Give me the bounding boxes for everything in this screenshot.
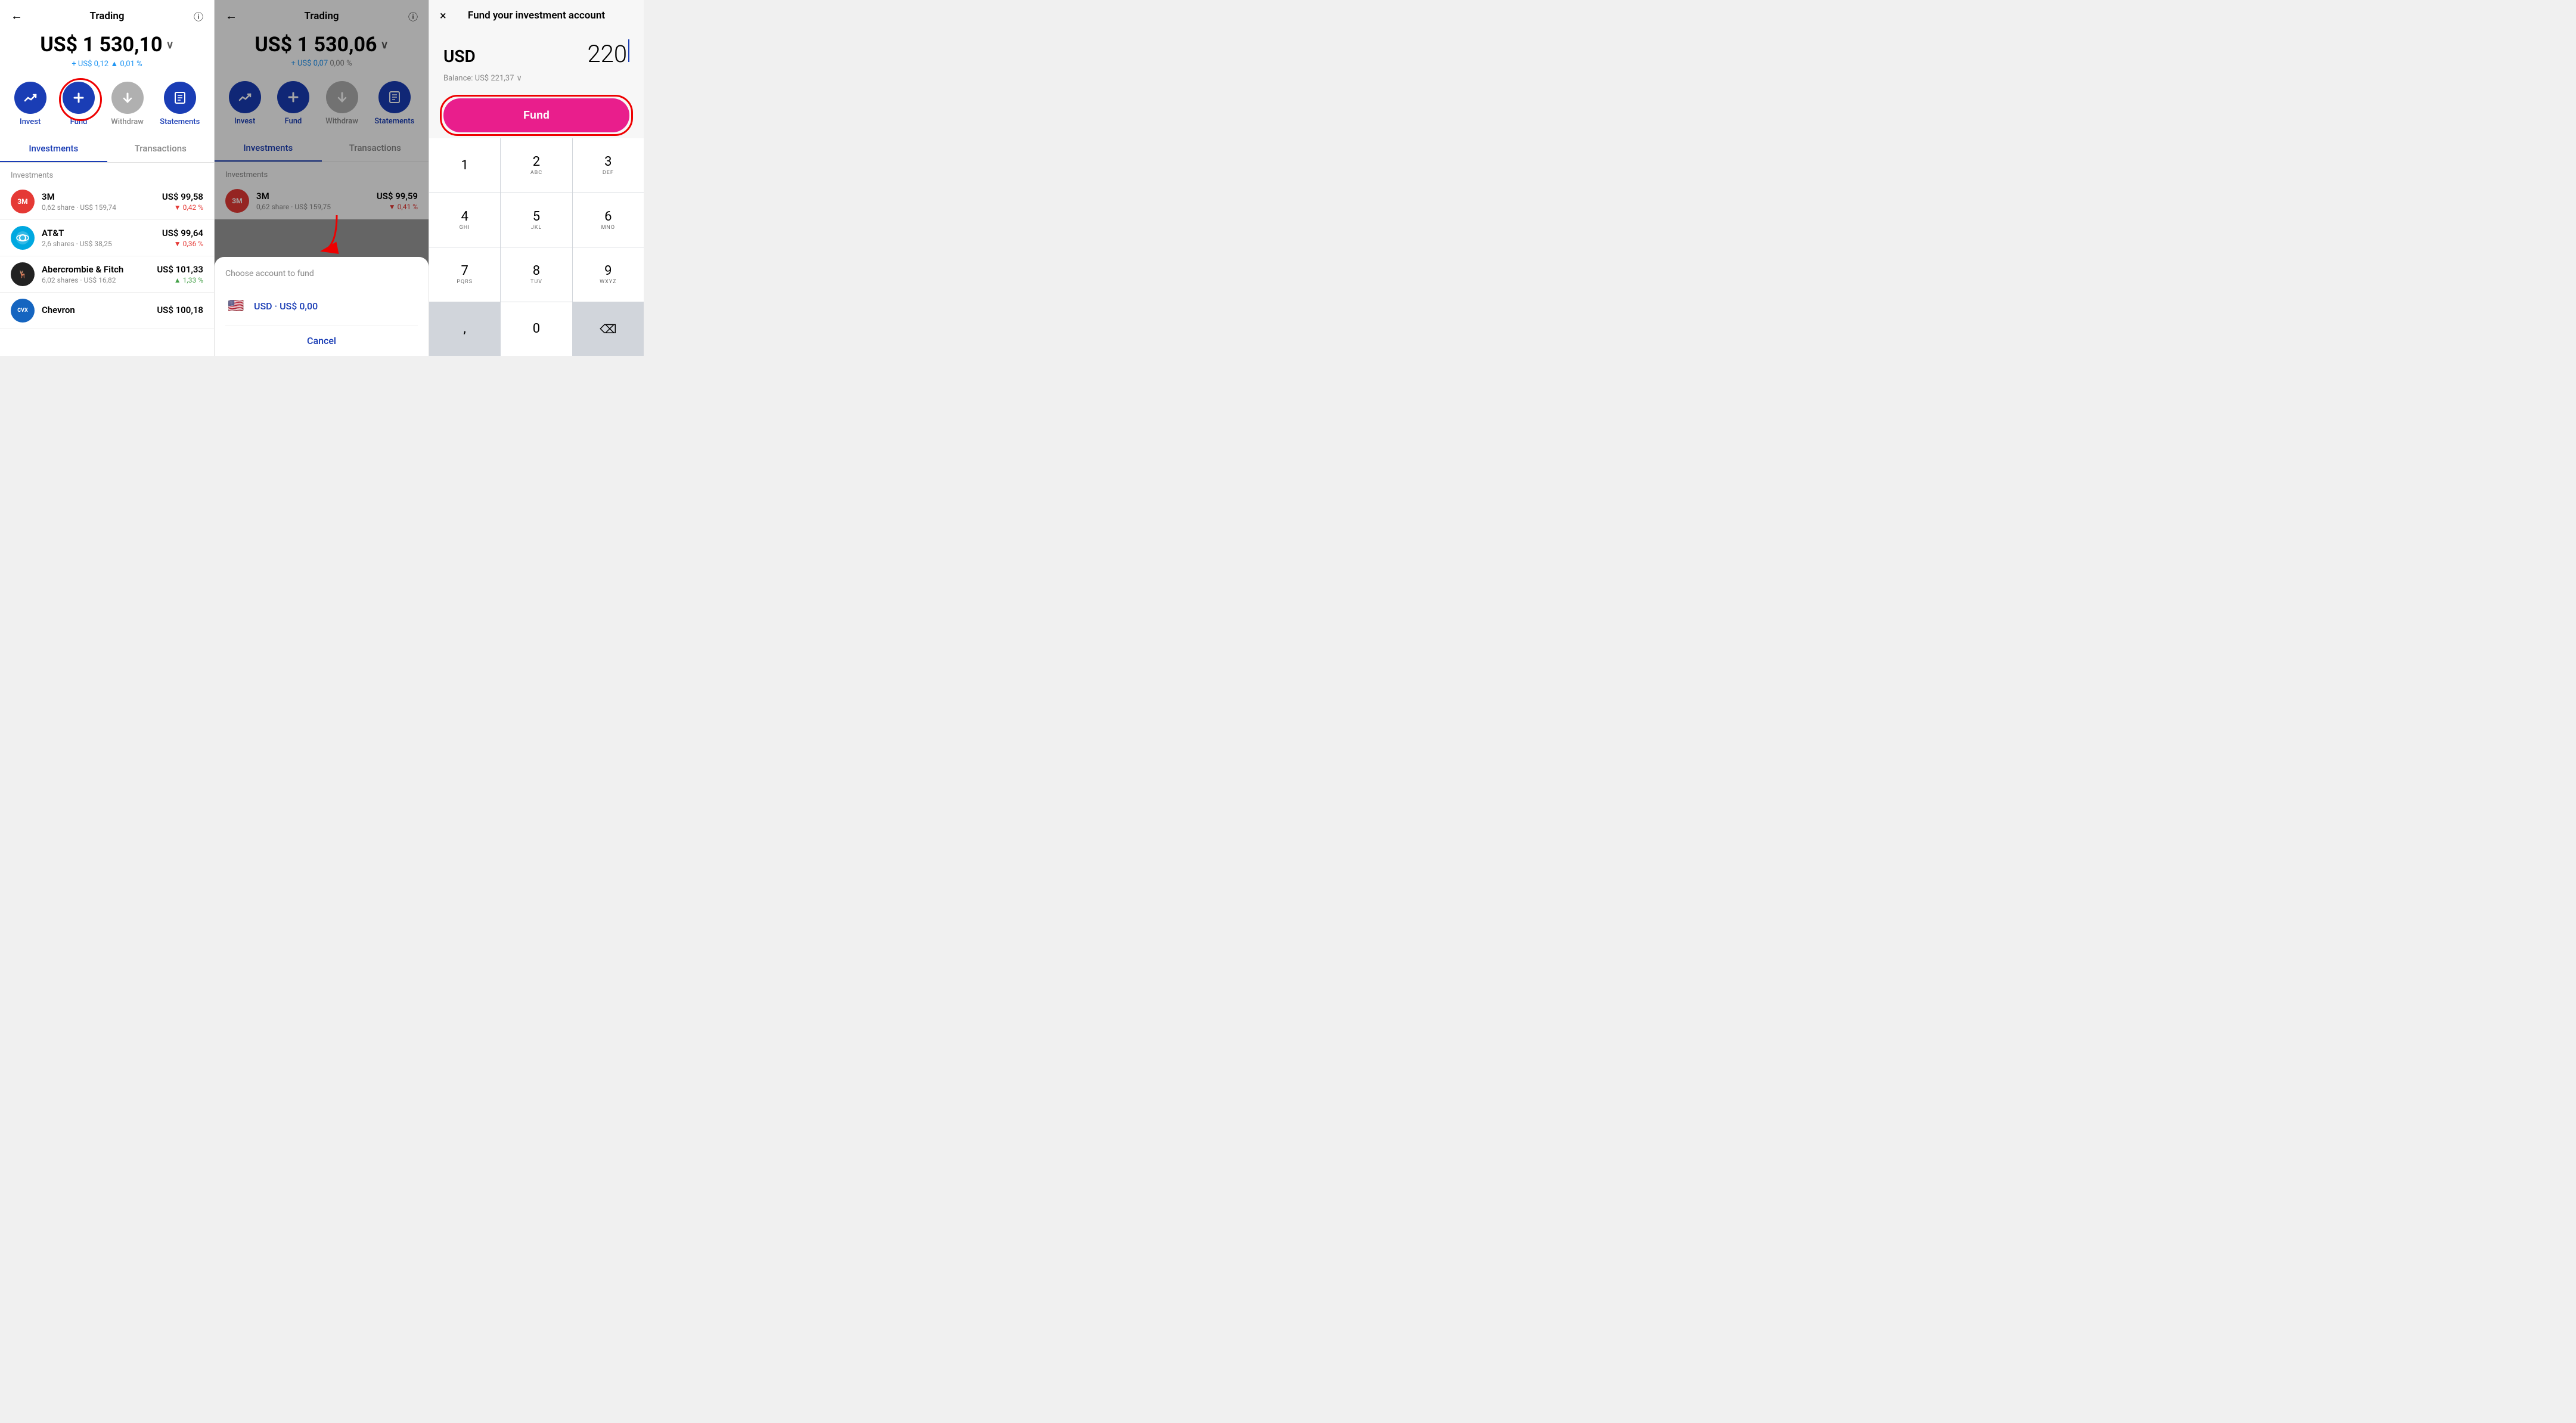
panel-2: ← Trading ⓘ US$ 1 530,06 ∨ + US$ 0,07 0,… bbox=[215, 0, 429, 356]
panel-1: ← Trading ⓘ US$ 1 530,10 ∨ + US$ 0,12 ▲ … bbox=[0, 0, 215, 356]
page-title-3: Fund your investment account bbox=[457, 10, 616, 21]
balance-section-1: US$ 1 530,10 ∨ + US$ 0,12 ▲ 0,01 % bbox=[0, 28, 214, 76]
header-3: × Fund your investment account bbox=[429, 0, 644, 27]
fund-amount-section: USD 220 bbox=[429, 27, 644, 74]
key-5[interactable]: 5 JKL bbox=[501, 193, 572, 247]
keypad: 1 2 ABC 3 DEF 4 GHI 5 JKL 6 MNO 7 PQRS 8… bbox=[429, 138, 644, 356]
key-delete[interactable]: ⌫ bbox=[573, 302, 644, 356]
dim-overlay: Choose account to fund 🇺🇸 USD · US$ 0,00… bbox=[215, 0, 429, 356]
panel-3: × Fund your investment account USD 220 B… bbox=[429, 0, 644, 356]
invest-icon-1 bbox=[14, 82, 46, 114]
logo-abercrombie-1: 🦌 bbox=[11, 262, 35, 286]
statements-label-1: Statements bbox=[160, 117, 200, 126]
statements-icon-1 bbox=[164, 82, 196, 114]
modal-option-text: USD · US$ 0,00 bbox=[254, 300, 318, 312]
logo-chevron-1: CVX bbox=[11, 299, 35, 323]
inv-values-abercrombie-1: US$ 101,33 ▲ 1,33 % bbox=[157, 264, 203, 284]
delete-icon: ⌫ bbox=[600, 322, 616, 336]
tabs-1: Investments Transactions bbox=[0, 136, 214, 163]
withdraw-label-1: Withdraw bbox=[111, 117, 144, 126]
fund-currency: USD bbox=[443, 46, 476, 66]
inv-values-att-1: US$ 99,64 ▼ 0,36 % bbox=[162, 228, 203, 248]
inv-info-abercrombie-1: Abercrombie & Fitch 6,02 shares · US$ 16… bbox=[42, 264, 157, 284]
fund-submit-button[interactable]: Fund bbox=[443, 98, 629, 132]
fund-balance: Balance: US$ 221,37 ∨ bbox=[429, 74, 644, 92]
action-statements-1[interactable]: Statements bbox=[160, 82, 200, 126]
key-2[interactable]: 2 ABC bbox=[501, 138, 572, 193]
inv-values-3m-1: US$ 99,58 ▼ 0,42 % bbox=[162, 191, 203, 212]
key-1[interactable]: 1 bbox=[429, 138, 500, 193]
fund-icon-1 bbox=[63, 82, 95, 114]
inv-info-chevron-1: Chevron bbox=[42, 305, 157, 317]
close-button-3[interactable]: × bbox=[440, 8, 457, 23]
inv-values-chevron-1: US$ 100,18 bbox=[157, 305, 203, 317]
key-3[interactable]: 3 DEF bbox=[573, 138, 644, 193]
fund-button-wrapper: Fund bbox=[429, 92, 644, 138]
tab-investments-1[interactable]: Investments bbox=[0, 136, 107, 162]
page-title-1: Trading bbox=[27, 10, 187, 22]
actions-bar-1: Invest Fund Withdraw bbox=[0, 76, 214, 136]
fund-number: 220 bbox=[587, 40, 627, 68]
investments-section-1: Investments 3M 3M 0,62 share · US$ 159,7… bbox=[0, 163, 214, 356]
modal-usd-option[interactable]: 🇺🇸 USD · US$ 0,00 bbox=[225, 287, 418, 325]
flag-icon: 🇺🇸 bbox=[225, 295, 247, 317]
key-comma[interactable]: , bbox=[429, 302, 500, 356]
fund-label-1: Fund bbox=[70, 117, 88, 126]
logo-att-1 bbox=[11, 226, 35, 250]
action-fund-1[interactable]: Fund bbox=[63, 82, 95, 126]
investment-row-att-1[interactable]: AT&T 2,6 shares · US$ 38,25 US$ 99,64 ▼ … bbox=[0, 220, 214, 256]
logo-3m-1: 3M bbox=[11, 190, 35, 213]
invest-label-1: Invest bbox=[20, 117, 41, 126]
modal-title: Choose account to fund bbox=[225, 269, 418, 278]
modal-cancel-button[interactable]: Cancel bbox=[225, 325, 418, 356]
investment-row-3m-1[interactable]: 3M 3M 0,62 share · US$ 159,74 US$ 99,58 … bbox=[0, 184, 214, 220]
balance-amount-1[interactable]: US$ 1 530,10 ∨ bbox=[11, 33, 203, 57]
investment-row-chevron-1[interactable]: CVX Chevron US$ 100,18 bbox=[0, 293, 214, 329]
action-invest-1[interactable]: Invest bbox=[14, 82, 46, 126]
info-icon-1[interactable]: ⓘ bbox=[187, 9, 203, 23]
red-arrow bbox=[298, 212, 346, 257]
key-4[interactable]: 4 GHI bbox=[429, 193, 500, 247]
balance-change-1: + US$ 0,12 ▲ 0,01 % bbox=[11, 59, 203, 69]
key-7[interactable]: 7 PQRS bbox=[429, 247, 500, 302]
inv-info-att-1: AT&T 2,6 shares · US$ 38,25 bbox=[42, 228, 162, 248]
key-0[interactable]: 0 bbox=[501, 302, 572, 356]
investments-header-1: Investments bbox=[0, 163, 214, 184]
balance-chevron-1[interactable]: ∨ bbox=[166, 39, 173, 51]
action-withdraw-1[interactable]: Withdraw bbox=[111, 82, 144, 126]
cursor bbox=[628, 39, 629, 62]
withdraw-icon-1 bbox=[111, 82, 144, 114]
inv-info-3m-1: 3M 0,62 share · US$ 159,74 bbox=[42, 191, 162, 212]
fund-modal: Choose account to fund 🇺🇸 USD · US$ 0,00… bbox=[215, 257, 429, 356]
tab-transactions-1[interactable]: Transactions bbox=[107, 136, 215, 162]
header-1: ← Trading ⓘ bbox=[0, 0, 214, 28]
investment-row-abercrombie-1[interactable]: 🦌 Abercrombie & Fitch 6,02 shares · US$ … bbox=[0, 256, 214, 293]
back-button-1[interactable]: ← bbox=[11, 8, 27, 23]
key-9[interactable]: 9 WXYZ bbox=[573, 247, 644, 302]
key-6[interactable]: 6 MNO bbox=[573, 193, 644, 247]
key-8[interactable]: 8 TUV bbox=[501, 247, 572, 302]
